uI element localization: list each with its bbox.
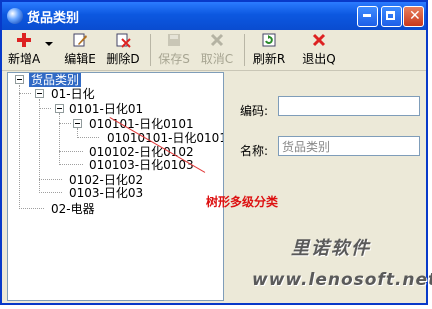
category-tree[interactable]: 货品类别 01-日化 0101-日化01 010101-日化0101 01010…	[7, 72, 224, 301]
cancel-icon	[210, 33, 224, 47]
tree-line	[19, 208, 44, 209]
collapse-toggle[interactable]	[55, 104, 64, 113]
minimize-button[interactable]	[357, 6, 378, 27]
title-bar[interactable]: 货品类别 ✕	[2, 2, 426, 30]
add-icon	[17, 33, 31, 47]
tree-node[interactable]: 01-日化	[51, 87, 95, 101]
save-button[interactable]: 保存S	[157, 32, 191, 68]
minimize-icon	[363, 14, 371, 17]
tree-node[interactable]: 0103-日化03	[69, 186, 143, 200]
tree-node[interactable]: 0102-日化02	[69, 173, 143, 187]
save-icon	[168, 34, 180, 46]
tree-line	[59, 113, 60, 165]
tree-node[interactable]: 010103-日化0103	[89, 158, 194, 172]
tree-node[interactable]: 02-电器	[51, 202, 95, 216]
tree-line	[39, 108, 51, 109]
maximize-button[interactable]	[381, 6, 402, 27]
watermark-url: www.lenosoft.net	[252, 270, 432, 290]
chevron-down-icon	[45, 42, 53, 46]
tree-node[interactable]: 010101-日化0101	[89, 117, 194, 131]
code-field[interactable]	[278, 96, 420, 116]
cancel-button[interactable]: 取消C	[200, 32, 234, 68]
delete-button[interactable]: 删除D	[106, 32, 140, 68]
content-area: 货品类别 01-日化 0101-日化01 010101-日化0101 01010…	[4, 72, 432, 303]
tree-node[interactable]: 0101-日化01	[69, 102, 143, 116]
tree-line	[59, 164, 83, 165]
delete-icon	[116, 33, 131, 48]
tree-line	[77, 137, 99, 138]
add-button[interactable]: 新增A	[8, 32, 40, 68]
tree-line	[39, 192, 62, 193]
exit-button[interactable]: 退出Q	[302, 32, 336, 68]
maximize-icon	[386, 11, 395, 20]
add-dropdown-arrow[interactable]	[44, 32, 54, 68]
close-icon: ✕	[409, 8, 421, 24]
name-field[interactable]	[278, 136, 420, 156]
name-label: 名称:	[240, 144, 269, 158]
app-window: 货品类别 ✕ 新增A 编辑E 删除D 保存S 取消C 刷新R 退出Q 货品类别 …	[0, 0, 432, 305]
tree-line	[59, 151, 83, 152]
watermark-brand: 里诺软件	[291, 238, 371, 259]
tree-node-root[interactable]: 货品类别	[29, 73, 82, 87]
edit-button[interactable]: 编辑E	[64, 32, 96, 68]
collapse-toggle[interactable]	[15, 75, 24, 84]
refresh-icon	[262, 33, 276, 47]
close-button[interactable]: ✕	[403, 6, 424, 27]
tree-line	[39, 179, 62, 180]
toolbar-separator	[150, 34, 151, 66]
collapse-toggle[interactable]	[73, 119, 82, 128]
tree-line	[19, 85, 20, 209]
annotation-label: 树形多级分类	[206, 195, 279, 209]
exit-icon	[312, 33, 326, 47]
app-icon	[7, 8, 23, 24]
tree-line	[59, 123, 71, 124]
tree-line	[19, 93, 31, 94]
refresh-button[interactable]: 刷新R	[252, 32, 286, 68]
collapse-toggle[interactable]	[35, 89, 44, 98]
window-title: 货品类别	[27, 11, 80, 26]
edit-icon	[73, 33, 87, 47]
toolbar-separator	[244, 34, 245, 66]
tree-node[interactable]: 01010101-日化010101	[107, 131, 223, 145]
code-label: 编码:	[240, 104, 269, 118]
toolbar: 新增A 编辑E 删除D 保存S 取消C 刷新R 退出Q	[2, 30, 426, 71]
